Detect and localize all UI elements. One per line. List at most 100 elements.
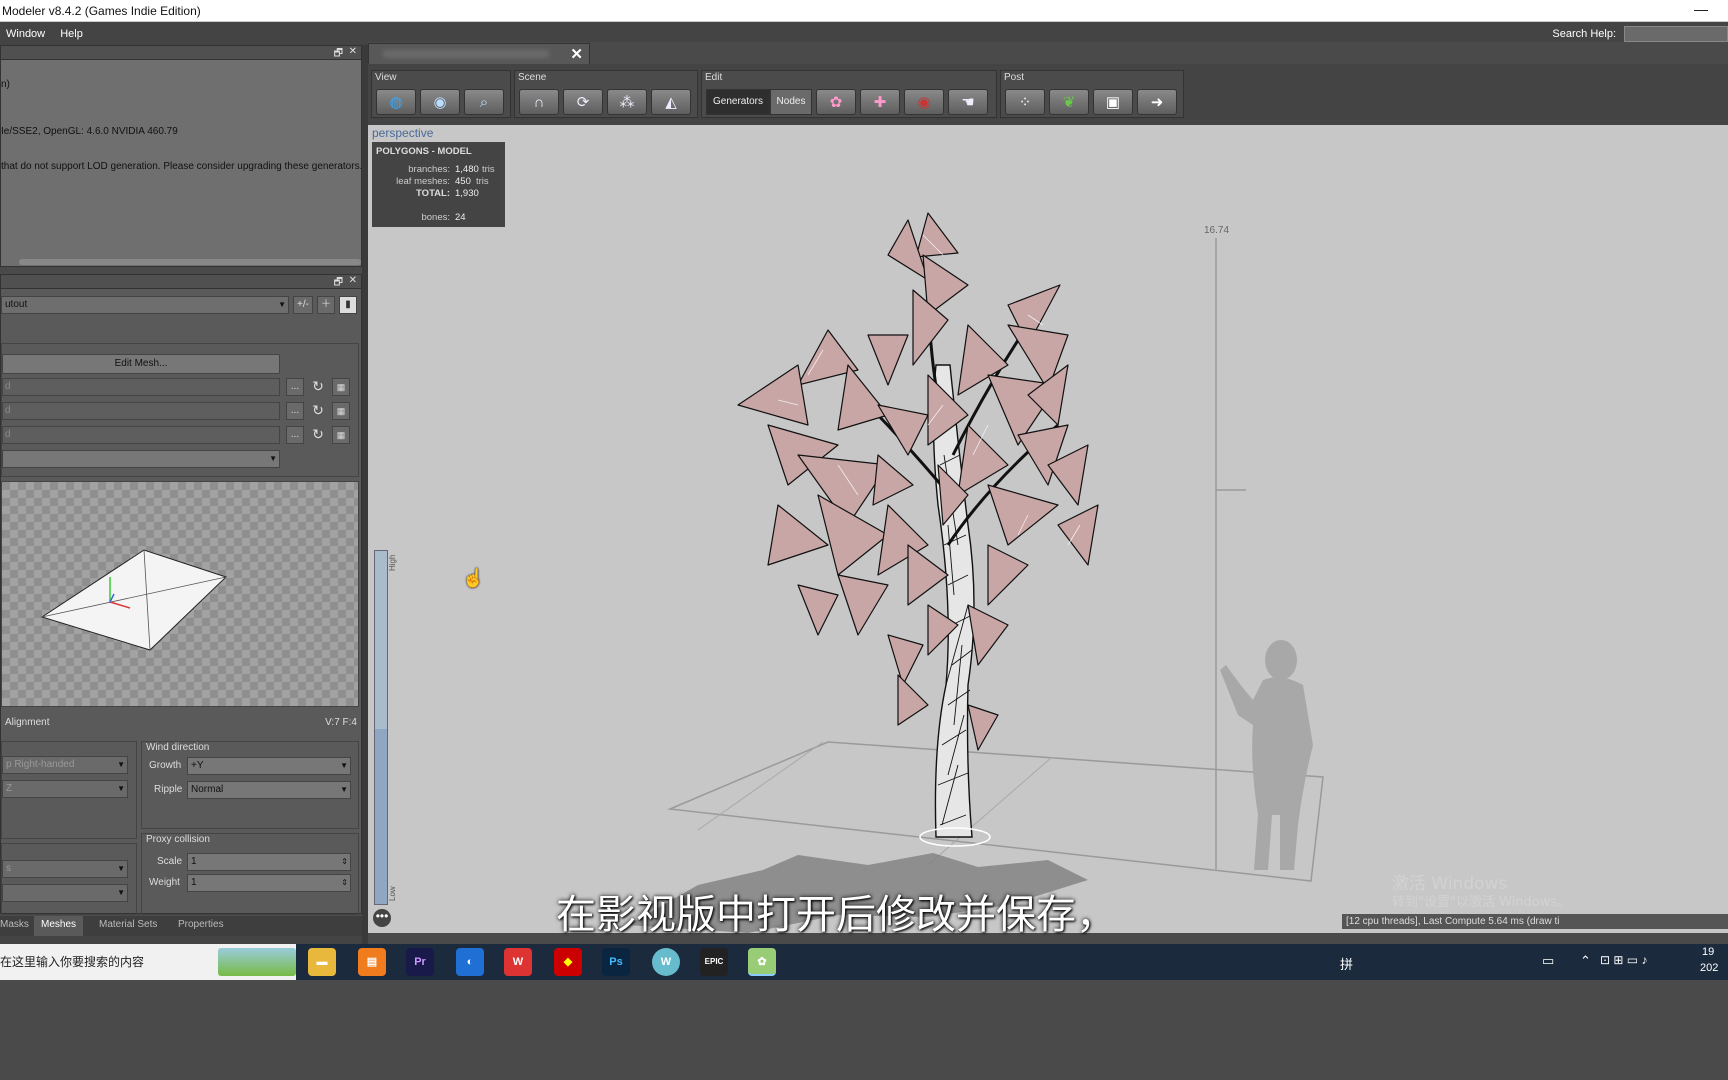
speedtree-icon[interactable]: ✿ xyxy=(748,948,776,976)
reload-icon[interactable]: ↻ xyxy=(309,378,327,396)
edit-mesh-button[interactable]: Edit Mesh... xyxy=(2,354,280,374)
browse-button[interactable]: ... xyxy=(286,402,304,420)
add-icon[interactable]: ＋ xyxy=(317,296,335,314)
tab-material-sets[interactable]: Material Sets xyxy=(99,919,157,930)
search-highlight-icon xyxy=(218,948,296,976)
minimize-button[interactable]: — xyxy=(1694,0,1708,20)
reload-icon[interactable]: ↻ xyxy=(309,402,327,420)
taskbar-search[interactable]: 在这里输入你要搜索的内容 xyxy=(0,944,296,980)
ripple-select[interactable]: Normal ▼ xyxy=(187,781,351,799)
wind-direction-label: Wind direction xyxy=(146,742,210,753)
grid-line xyxy=(697,741,824,831)
paint-icon[interactable]: ✿ xyxy=(816,89,856,115)
ime-indicator[interactable]: 拼 xyxy=(1340,954,1353,973)
search-help-input[interactable] xyxy=(1624,26,1728,42)
lower-select[interactable]: s ▼ xyxy=(2,860,128,878)
browser-icon[interactable]: ◐ xyxy=(456,948,484,976)
reload-icon[interactable]: ↻ xyxy=(309,426,327,444)
leaf-icon[interactable]: ❦ xyxy=(1049,89,1089,115)
target-icon[interactable]: ◉ xyxy=(904,89,944,115)
mesh-file-field[interactable]: d xyxy=(2,402,280,420)
plus-minus-button[interactable]: +/- xyxy=(293,296,313,314)
light-icon[interactable]: ◭ xyxy=(651,89,691,115)
import-icon[interactable]: ▦ xyxy=(332,378,350,396)
w-app-icon[interactable]: W xyxy=(652,948,680,976)
photoshop-icon[interactable]: Ps xyxy=(602,948,630,976)
handedness-select[interactable]: p Right-handed ▼ xyxy=(2,756,128,774)
hand-cursor-icon: ☝ xyxy=(462,568,485,588)
arrow-right-icon[interactable]: ➜ xyxy=(1137,89,1177,115)
ground-plane xyxy=(667,741,1324,882)
import-icon[interactable]: ▦ xyxy=(332,402,350,420)
menu-window[interactable]: Window xyxy=(0,22,51,46)
hand-icon[interactable]: ☚ xyxy=(948,89,988,115)
alignment-label: Alignment xyxy=(5,717,50,728)
weight-spinbox[interactable]: 1 ⇕ xyxy=(187,874,351,892)
float-icon[interactable]: 🗗 xyxy=(334,275,343,292)
edit-group: Edit Generators Nodes ✿ ✚ ◉ ☚ xyxy=(701,70,997,118)
pencil-plus-icon[interactable]: ✚ xyxy=(860,89,900,115)
mesh-option-select[interactable]: ▼ xyxy=(2,450,280,468)
mesh-file-field[interactable]: d xyxy=(2,426,280,444)
particles-icon[interactable]: ⁂ xyxy=(607,89,647,115)
blurred-filename xyxy=(383,50,549,58)
tab-properties[interactable]: Properties xyxy=(178,919,224,930)
post-label: Post xyxy=(1004,72,1025,83)
up-axis-select[interactable]: Z ▼ xyxy=(2,780,128,798)
document-tab[interactable]: ✕ xyxy=(368,43,590,64)
growth-select[interactable]: +Y ▼ xyxy=(187,757,351,775)
wps-icon[interactable]: W xyxy=(504,948,532,976)
game-app-icon[interactable]: ◆ xyxy=(554,948,582,976)
premiere-icon[interactable]: Pr xyxy=(406,948,434,976)
lod-high-label: High xyxy=(388,554,397,571)
mesh-source-group: Edit Mesh... d ... ↻ ▦ d ... ↻ ▦ d ... ↻… xyxy=(1,343,359,477)
mesh-preview[interactable] xyxy=(1,481,359,707)
lower-select-2[interactable]: ▼ xyxy=(2,884,128,902)
rotate-icon[interactable]: ⟳ xyxy=(563,89,603,115)
lod-slider[interactable]: High Low xyxy=(374,550,397,905)
eye-icon[interactable]: ◉ xyxy=(420,89,460,115)
horizontal-scrollbar[interactable] xyxy=(19,259,361,265)
tray-time[interactable]: 19 xyxy=(1702,946,1714,958)
branches-value: 1,480 xyxy=(455,164,479,175)
browse-button[interactable]: ... xyxy=(286,426,304,444)
notes-app-icon[interactable]: ▤ xyxy=(358,948,386,976)
nodes-toggle[interactable]: Nodes xyxy=(770,89,812,115)
scale-spinbox[interactable]: 1 ⇕ xyxy=(187,853,351,871)
epic-games-icon[interactable]: EPIC xyxy=(700,948,728,976)
close-icon[interactable]: ✕ xyxy=(349,46,357,57)
tray-date[interactable]: 202 xyxy=(1700,962,1718,974)
nodes-icon[interactable]: ⁘ xyxy=(1005,89,1045,115)
console-line: that do not support LOD generation. Plea… xyxy=(1,161,363,172)
scene-canvas xyxy=(628,212,1324,933)
growth-label: Growth xyxy=(149,760,182,771)
mesh-select[interactable]: utout ▼ xyxy=(1,296,289,314)
image-icon[interactable]: ▣ xyxy=(1093,89,1133,115)
3d-viewport[interactable]: perspective 16.74 High Low ••• 激活 Window… xyxy=(368,125,1728,933)
tray-icons[interactable]: ⊡ ⊞ ▭ ♪ xyxy=(1600,953,1647,967)
camera-mode-label[interactable]: perspective xyxy=(372,126,433,140)
clipboard-icon[interactable]: ▮ xyxy=(339,296,357,314)
generators-toggle[interactable]: Generators xyxy=(706,89,770,115)
wind-direction-group: Wind direction Growth +Y ▼ Ripple Normal ▼ xyxy=(141,741,359,829)
mesh-file-field[interactable]: d xyxy=(2,378,280,396)
import-icon[interactable]: ▦ xyxy=(332,426,350,444)
float-icon[interactable]: 🗗 xyxy=(334,46,343,63)
tray-chevron-icon[interactable]: ⌃ xyxy=(1580,953,1591,969)
browse-button[interactable]: ... xyxy=(286,378,304,396)
document-tab-bar: ✕ xyxy=(368,42,1728,64)
tab-masks[interactable]: Masks xyxy=(0,919,29,930)
close-tab-icon[interactable]: ✕ xyxy=(570,45,583,63)
globe-icon[interactable]: ◍ xyxy=(376,89,416,115)
close-icon[interactable]: ✕ xyxy=(349,275,357,286)
compute-status: [12 cpu threads], Last Compute 5.64 ms (… xyxy=(1342,914,1728,929)
mesh-panel: 🗗 ✕ utout ▼ +/- ＋ ▮ Edit Mesh... d ... ↻ … xyxy=(0,274,362,915)
tab-meshes[interactable]: Meshes xyxy=(34,916,84,936)
file-explorer-icon[interactable]: ▬ xyxy=(308,948,336,976)
leaf-meshes-value: 450 xyxy=(455,176,471,187)
magnet-icon[interactable]: ∩ xyxy=(519,89,559,115)
console-header: 🗗 ✕ xyxy=(1,46,361,60)
zoom-icon[interactable]: ⌕ xyxy=(464,89,504,115)
notification-icon[interactable]: ▭ xyxy=(1542,953,1554,969)
menu-help[interactable]: Help xyxy=(54,22,89,46)
